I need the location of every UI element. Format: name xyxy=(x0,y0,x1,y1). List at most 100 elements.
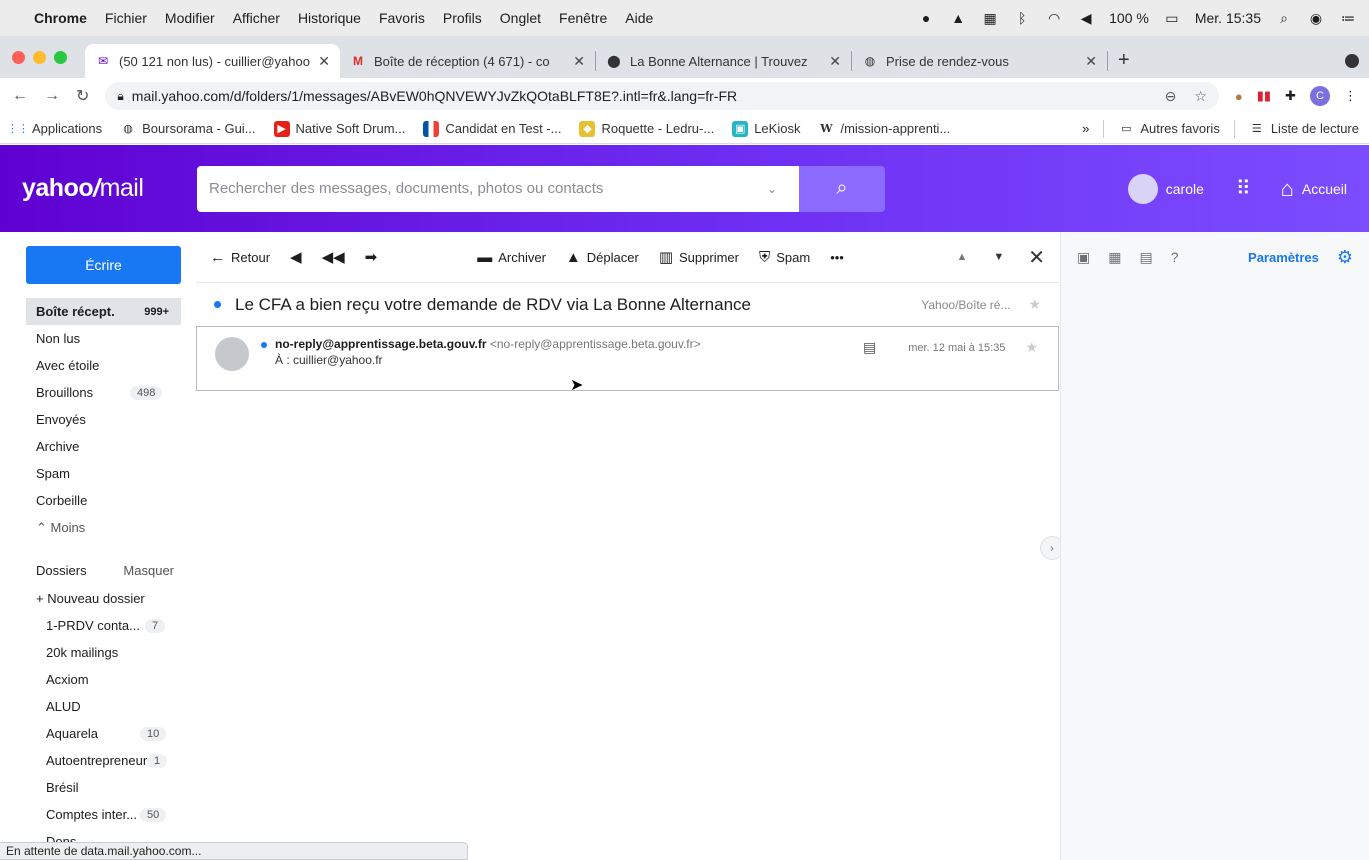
upload-icon[interactable]: ▲ xyxy=(949,10,967,26)
bookmark-autres-favoris[interactable]: ▭ Autres favoris xyxy=(1118,121,1220,137)
notepad-icon[interactable]: ▤ xyxy=(1139,249,1152,266)
siri-icon[interactable]: ◉ xyxy=(1307,10,1325,26)
menu-fichier[interactable]: Fichier xyxy=(105,10,147,26)
menu-favoris[interactable]: Favoris xyxy=(379,10,425,26)
bookmark-boursorama[interactable]: ◍ Boursorama - Gui... xyxy=(120,121,255,137)
search-button[interactable]: ⌕ xyxy=(799,165,885,212)
menu-onglet[interactable]: Onglet xyxy=(500,10,541,26)
forward-button[interactable]: ➡ xyxy=(365,248,378,266)
reload-icon[interactable]: ↻ xyxy=(76,86,89,106)
compose-button[interactable]: Écrire xyxy=(26,246,181,284)
hide-folders-button[interactable]: Masquer xyxy=(123,563,174,578)
extension-red-icon[interactable]: ▮▮ xyxy=(1257,88,1271,104)
extensions-puzzle-icon[interactable]: ✚ xyxy=(1285,88,1296,104)
next-message-icon[interactable]: ▼ xyxy=(993,251,1004,263)
back-arrow-icon[interactable]: ← xyxy=(12,87,28,105)
close-window-button[interactable] xyxy=(12,50,25,64)
bookmark-mission-apprenti[interactable]: W/mission-apprenti... xyxy=(818,121,950,137)
folder-item[interactable]: Comptes inter... 50 xyxy=(0,801,190,828)
message-folder-label[interactable]: Yahoo/Boîte ré... xyxy=(921,298,1010,312)
folder-item[interactable]: Brésil xyxy=(0,774,190,801)
new-tab-button[interactable]: + xyxy=(1118,49,1130,72)
bookmark-roquette[interactable]: ◆ Roquette - Ledru-... xyxy=(579,120,714,137)
chevron-down-icon[interactable]: ⌄ xyxy=(767,182,777,196)
home-button[interactable]: ⌂ Accueil xyxy=(1281,176,1347,202)
lock-icon[interactable]: 🔒︎ xyxy=(117,89,123,104)
folder-item[interactable]: Acxiom xyxy=(0,666,190,693)
close-tab-icon[interactable]: ✕ xyxy=(573,53,585,70)
battery-level[interactable]: 100 % xyxy=(1109,10,1149,26)
menu-profils[interactable]: Profils xyxy=(443,10,482,26)
reply-all-button[interactable]: ◀◀ xyxy=(322,248,345,266)
menu-aide[interactable]: Aide xyxy=(625,10,653,26)
settings-link[interactable]: Paramètres xyxy=(1248,250,1319,265)
new-folder-button[interactable]: + Nouveau dossier xyxy=(0,585,190,612)
bookmark-star-icon[interactable]: ☆ xyxy=(1194,88,1207,105)
menu-historique[interactable]: Historique xyxy=(298,10,361,26)
close-message-icon[interactable]: ✕ xyxy=(1028,245,1045,270)
delete-button[interactable]: ▥ Supprimer xyxy=(659,248,739,266)
move-button[interactable]: ▲ Déplacer xyxy=(566,249,639,266)
folder-item[interactable]: 20k mailings xyxy=(0,639,190,666)
extension-cookie-icon[interactable]: ● xyxy=(1235,89,1243,104)
control-center-icon[interactable]: ≔ xyxy=(1339,10,1357,26)
archive-button[interactable]: ▬ Archiver xyxy=(477,249,546,266)
sidebar-item-inbox[interactable]: Boîte récept. 999+ xyxy=(26,298,181,325)
back-button[interactable]: ← Retour xyxy=(210,249,270,266)
previous-message-icon[interactable]: ▲ xyxy=(956,251,967,263)
sender-name[interactable]: no-reply@apprentissage.beta.gouv.fr xyxy=(275,337,487,351)
url-text[interactable]: mail.yahoo.com/d/folders/1/messages/ABvE… xyxy=(132,88,737,104)
close-tab-icon[interactable]: ✕ xyxy=(318,53,330,70)
sidebar-item-drafts[interactable]: Brouillons 498 xyxy=(0,379,190,406)
folder-item[interactable]: Aquarela 10 xyxy=(0,720,190,747)
reading-list-button[interactable]: ☰ Liste de lecture xyxy=(1249,121,1359,137)
star-icon[interactable]: ★ xyxy=(1028,296,1041,313)
show-less-button[interactable]: ⌃ Moins xyxy=(0,514,190,541)
train-icon[interactable]: ▦ xyxy=(981,10,999,26)
sidebar-item-trash[interactable]: Corbeille xyxy=(0,487,190,514)
address-bar[interactable]: 🔒︎ mail.yahoo.com/d/folders/1/messages/A… xyxy=(105,82,1219,110)
print-icon[interactable]: ▤ xyxy=(863,339,876,356)
tab-la-bonne-alternance[interactable]: ⬤ La Bonne Alternance | Trouvez ✕ xyxy=(596,44,851,78)
reply-button[interactable]: ◀ xyxy=(290,248,302,266)
battery-icon[interactable]: ▭ xyxy=(1163,10,1181,26)
zoom-window-button[interactable] xyxy=(54,50,67,64)
wifi-icon[interactable]: ◠ xyxy=(1045,10,1063,26)
profile-avatar[interactable]: C xyxy=(1310,86,1330,106)
help-icon[interactable]: ? xyxy=(1171,249,1179,265)
minimize-window-button[interactable] xyxy=(33,50,46,64)
folder-item[interactable]: 1-PRDV conta... 7 xyxy=(0,612,190,639)
sidebar-item-spam[interactable]: Spam xyxy=(0,460,190,487)
apps-grid-icon[interactable]: ⠿ xyxy=(1236,176,1251,201)
menu-fenetre[interactable]: Fenêtre xyxy=(559,10,607,26)
sidebar-item-archive[interactable]: Archive xyxy=(0,433,190,460)
menu-app-chrome[interactable]: Chrome xyxy=(34,10,87,26)
sidebar-item-unread[interactable]: Non lus xyxy=(0,325,190,352)
chrome-menu-icon[interactable]: ⋮ xyxy=(1344,88,1357,104)
tab-yahoo-mail[interactable]: ✉ (50 121 non lus) - cuillier@yahoo ✕ xyxy=(85,44,340,78)
tab-search-icon[interactable] xyxy=(1345,54,1359,68)
record-icon[interactable]: ● xyxy=(917,10,935,26)
bookmark-native-soft-drum[interactable]: ▶ Native Soft Drum... xyxy=(273,120,405,137)
menu-modifier[interactable]: Modifier xyxy=(165,10,215,26)
star-icon[interactable]: ★ xyxy=(1025,339,1038,356)
bookmark-candidat-en-test[interactable]: Candidat en Test -... xyxy=(423,120,561,137)
bluetooth-icon[interactable]: ᛒ xyxy=(1013,10,1031,26)
contacts-icon[interactable]: ▣ xyxy=(1077,249,1090,266)
tab-gmail[interactable]: M Boîte de réception (4 671) - co ✕ xyxy=(340,44,595,78)
sidebar-item-sent[interactable]: Envoyés xyxy=(0,406,190,433)
sidebar-item-starred[interactable]: Avec étoile xyxy=(0,352,190,379)
close-tab-icon[interactable]: ✕ xyxy=(829,53,841,70)
message-header-card[interactable]: no-reply@apprentissage.beta.gouv.fr <no-… xyxy=(196,326,1059,391)
volume-icon[interactable]: ◀ xyxy=(1077,10,1095,26)
mail-search-input[interactable]: Rechercher des messages, documents, phot… xyxy=(197,165,799,212)
folder-item[interactable]: ALUD xyxy=(0,693,190,720)
spam-button[interactable]: ⛨ Spam xyxy=(759,249,810,266)
zoom-icon[interactable]: ⊖ xyxy=(1165,88,1177,105)
tab-prise-de-rendez-vous[interactable]: ◍ Prise de rendez-vous ✕ xyxy=(852,44,1107,78)
close-tab-icon[interactable]: ✕ xyxy=(1085,53,1097,70)
folder-item[interactable]: Autoentrepreneur 1 xyxy=(0,747,190,774)
gear-icon[interactable]: ⚙ xyxy=(1337,247,1353,268)
forward-arrow-icon[interactable]: → xyxy=(44,87,60,105)
bookmark-applications[interactable]: ⋮⋮ Applications xyxy=(7,121,102,137)
